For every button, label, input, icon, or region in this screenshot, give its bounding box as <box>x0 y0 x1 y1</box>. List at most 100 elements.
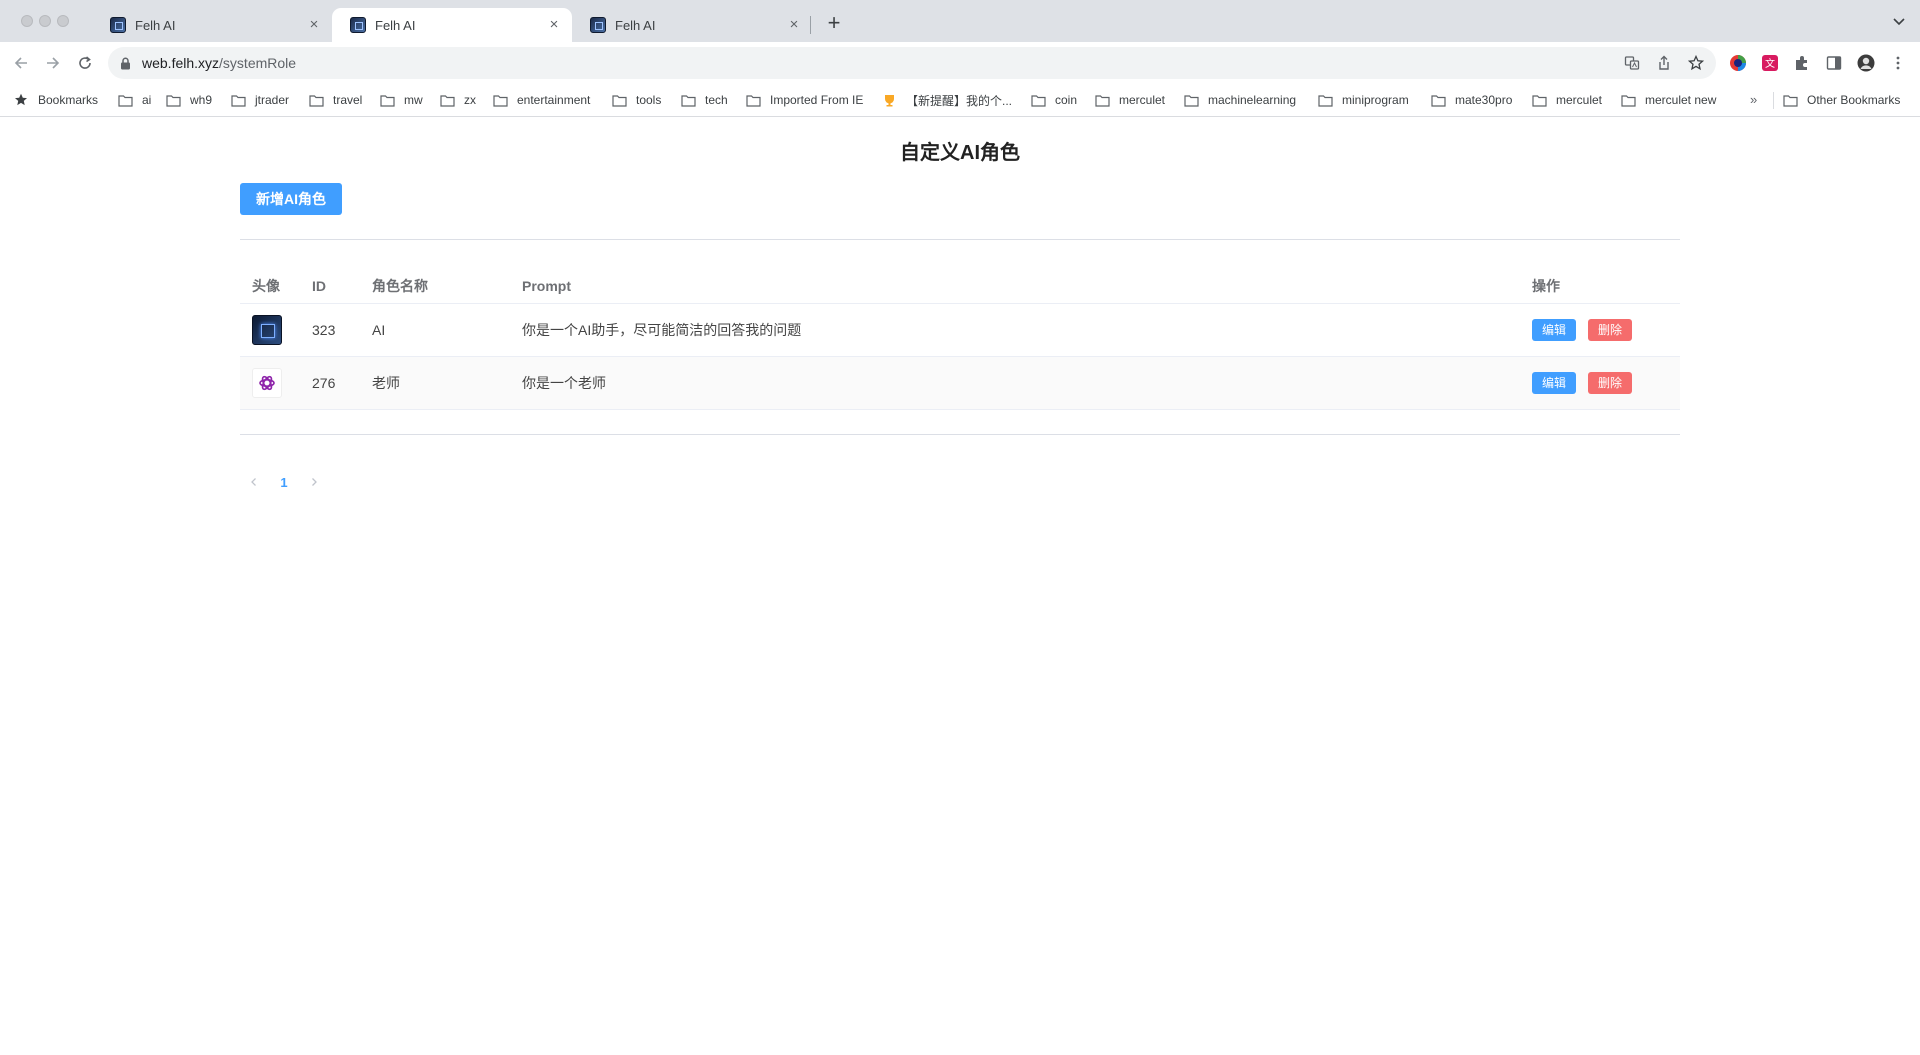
bookmark-folder[interactable]: 【新提醒】我的个... <box>882 84 1012 116</box>
tab-title: Felh AI <box>615 17 656 33</box>
bookmark-folder[interactable]: machinelearning <box>1184 84 1296 116</box>
prev-page-chevron-icon[interactable] <box>240 468 268 496</box>
bookmark-folder[interactable]: merculet <box>1532 84 1602 116</box>
id-cell: 276 <box>312 375 336 391</box>
bookmark-label: wh9 <box>190 93 213 107</box>
ops-cell: 编辑 删除 <box>1532 357 1633 409</box>
table-row: 276 老师 你是一个老师 编辑 删除 <box>240 357 1680 410</box>
folder-icon <box>612 94 627 107</box>
tab-separator <box>810 16 811 34</box>
browser-tab-3[interactable]: Felh AI × <box>572 8 812 42</box>
bookmark-folder[interactable]: ai <box>118 84 151 116</box>
bookmark-folder[interactable]: wh9 <box>166 84 212 116</box>
bookmark-folder[interactable]: tech <box>681 84 728 116</box>
tab-search-chevron-icon[interactable] <box>1892 14 1906 28</box>
table-row: 323 AI 你是一个AI助手，尽可能简洁的回答我的问题 编辑 删除 <box>240 304 1680 357</box>
name-cell: 老师 <box>372 375 400 391</box>
bookmark-folder[interactable]: miniprogram <box>1318 84 1409 116</box>
next-page-chevron-icon[interactable] <box>300 468 328 496</box>
column-header-name: 角色名称 <box>372 277 428 294</box>
folder-icon <box>681 94 696 107</box>
reload-icon[interactable] <box>73 51 97 75</box>
bookmarks-manager[interactable]: Bookmarks <box>14 84 98 116</box>
bookmark-folder[interactable]: mw <box>380 84 423 116</box>
folder-icon <box>746 94 761 107</box>
tab-close-icon[interactable]: × <box>546 17 562 33</box>
folder-icon <box>1031 94 1046 107</box>
add-ai-role-button[interactable]: 新增AI角色 <box>240 183 342 215</box>
bookmarks-overflow-chevron-icon[interactable]: » <box>1750 92 1757 107</box>
tab-close-icon[interactable]: × <box>786 17 802 33</box>
bookmark-folder[interactable]: mate30pro <box>1431 84 1512 116</box>
edit-button[interactable]: 编辑 <box>1532 372 1577 394</box>
bookmark-label: tech <box>705 93 728 107</box>
url-host: web.felh.xyz <box>142 55 220 71</box>
bookmark-folder[interactable]: merculet <box>1095 84 1165 116</box>
folder-icon <box>118 94 133 107</box>
new-tab-plus-icon[interactable]: + <box>822 12 846 36</box>
edit-button[interactable]: 编辑 <box>1532 319 1577 341</box>
bookmarks-divider <box>1773 92 1774 109</box>
bookmark-folder[interactable]: merculet new <box>1621 84 1716 116</box>
delete-button[interactable]: 删除 <box>1588 319 1633 341</box>
color-picker-extension-icon[interactable] <box>1729 54 1747 72</box>
bookmark-label: jtrader <box>255 93 290 107</box>
translate-extension-icon[interactable]: 文 <box>1761 54 1779 72</box>
bookmark-folder[interactable]: tools <box>612 84 661 116</box>
bookmark-label: merculet new <box>1645 93 1717 107</box>
id-cell: 323 <box>312 322 336 338</box>
bookmark-label: merculet <box>1556 93 1603 107</box>
url-path: /systemRole <box>219 55 297 71</box>
bottom-divider <box>240 434 1680 435</box>
bookmarks-bar: Bookmarks ai wh9 jtrader travel mw zx entertai… <box>0 84 1920 117</box>
window-maximize-button[interactable] <box>57 15 69 27</box>
bookmark-label: Imported From IE <box>770 93 864 107</box>
browser-menu-icon[interactable] <box>1889 54 1907 72</box>
pagination: 1 <box>240 468 328 496</box>
tab-strip: Felh AI × Felh AI × Felh AI × + <box>0 0 1920 42</box>
bookmark-folder[interactable]: zx <box>440 84 476 116</box>
url-text: web.felh.xyz/systemRole <box>142 55 296 71</box>
bookmarks-star-icon <box>15 93 27 106</box>
browser-tab-2[interactable]: Felh AI × <box>332 8 572 42</box>
browser-toolbar: web.felh.xyz/systemRole 文 <box>0 42 1920 84</box>
tab-close-icon[interactable]: × <box>306 17 322 33</box>
window-close-button[interactable] <box>21 15 33 27</box>
folder-icon <box>231 94 246 107</box>
bookmark-label: entertainment <box>517 93 591 107</box>
bookmark-folder[interactable]: jtrader <box>231 84 289 116</box>
side-panel-icon[interactable] <box>1825 54 1843 72</box>
trophy-icon <box>885 94 894 106</box>
extensions-puzzle-icon[interactable] <box>1793 54 1811 72</box>
share-icon[interactable] <box>1654 53 1674 73</box>
delete-button[interactable]: 删除 <box>1588 372 1633 394</box>
forward-arrow-icon[interactable] <box>41 51 65 75</box>
bookmark-label: merculet <box>1119 93 1166 107</box>
page-number[interactable]: 1 <box>268 475 300 490</box>
folder-icon <box>1184 94 1199 107</box>
bookmark-label: tools <box>636 93 662 107</box>
browser-tab-1[interactable]: Felh AI × <box>92 8 332 42</box>
bookmark-label: mate30pro <box>1455 93 1513 107</box>
folder-icon <box>440 94 455 107</box>
bookmark-folder[interactable]: entertainment <box>493 84 590 116</box>
top-divider <box>240 239 1680 240</box>
column-header-prompt: Prompt <box>522 277 571 294</box>
back-arrow-icon[interactable] <box>9 51 33 75</box>
window-minimize-button[interactable] <box>39 15 51 27</box>
page-content: 自定义AI角色 新增AI角色 头像 ID 角色名称 Prompt 操作 323 … <box>0 118 1920 1055</box>
avatar-cell <box>252 357 282 409</box>
other-bookmarks[interactable]: Other Bookmarks <box>1783 84 1900 116</box>
folder-icon <box>309 94 324 107</box>
profile-avatar-icon[interactable] <box>1857 54 1875 72</box>
bookmark-folder[interactable]: Imported From IE <box>746 84 863 116</box>
bookmark-label: ai <box>142 93 152 107</box>
bookmark-star-icon[interactable] <box>1686 53 1706 73</box>
bookmark-label: travel <box>333 93 363 107</box>
bookmark-label: miniprogram <box>1342 93 1409 107</box>
bookmark-folder[interactable]: coin <box>1031 84 1077 116</box>
address-bar[interactable]: web.felh.xyz/systemRole <box>108 47 1716 79</box>
translate-icon[interactable] <box>1622 53 1642 73</box>
bookmark-folder[interactable]: travel <box>309 84 362 116</box>
lock-icon[interactable] <box>120 56 132 70</box>
